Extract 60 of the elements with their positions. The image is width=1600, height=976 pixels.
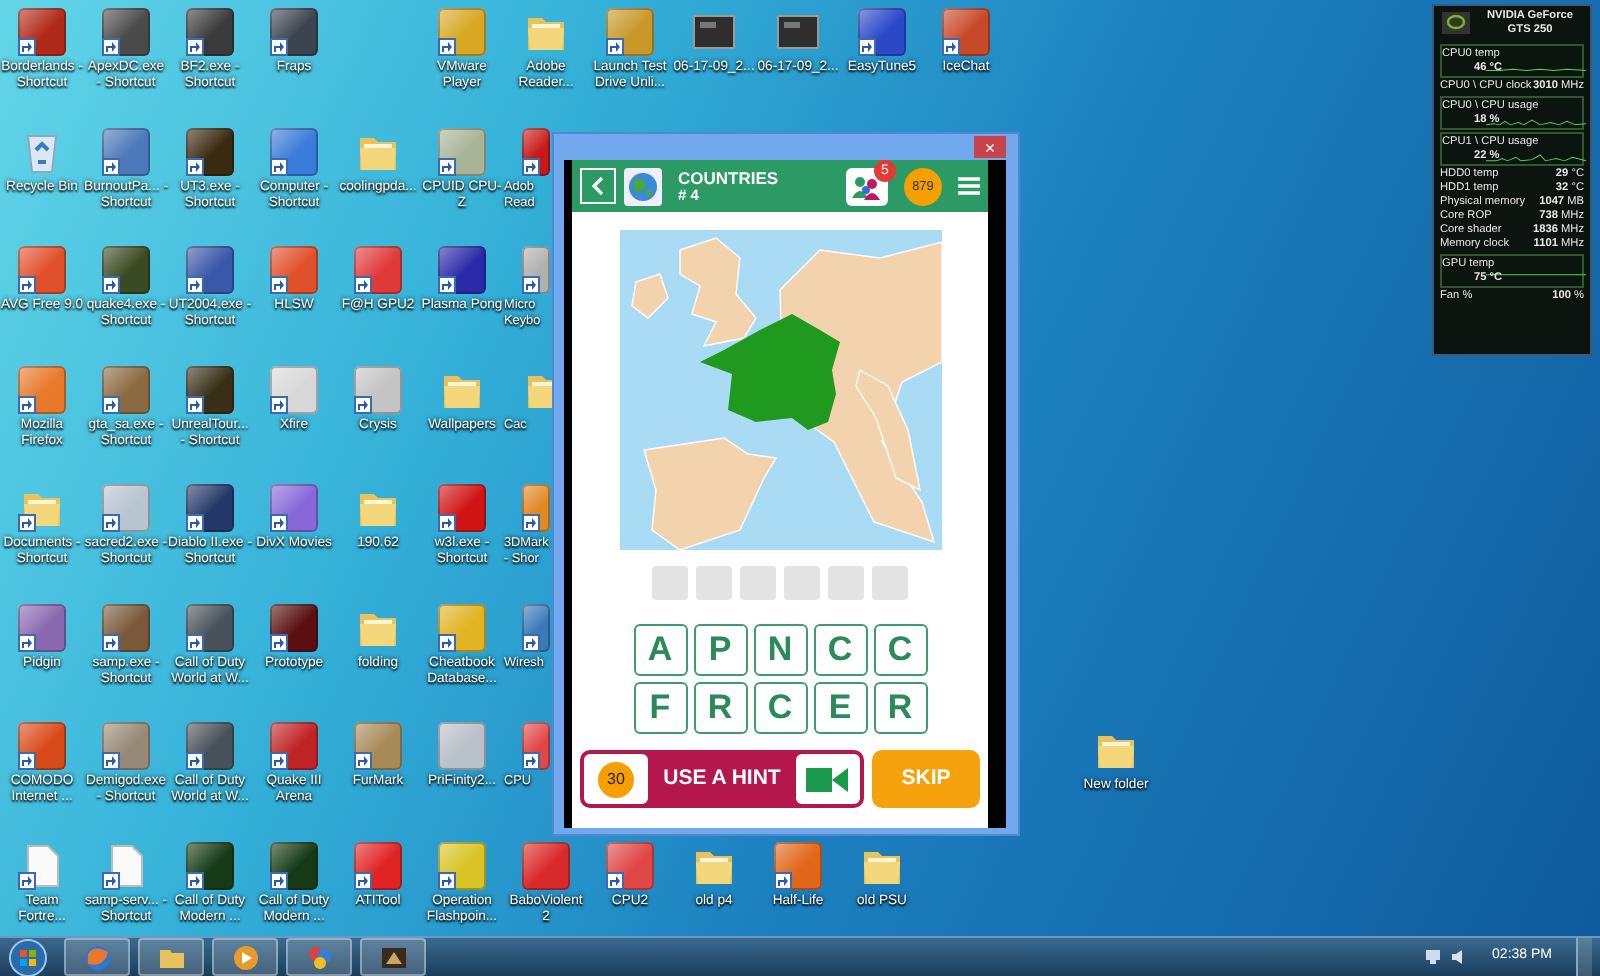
- media-player-icon[interactable]: [231, 943, 259, 971]
- app-icon[interactable]: [186, 722, 234, 770]
- app-icon[interactable]: [522, 722, 550, 770]
- letter-tile[interactable]: R: [693, 682, 747, 734]
- app-icon[interactable]: [186, 841, 234, 889]
- app-icon[interactable]: [102, 603, 150, 651]
- app-icon[interactable]: [270, 603, 318, 651]
- app-icon[interactable]: [18, 603, 66, 651]
- app-icon[interactable]: [18, 246, 66, 294]
- app-icon[interactable]: [942, 8, 990, 56]
- skip-button[interactable]: SKIP: [872, 750, 980, 808]
- app-icon[interactable]: [522, 246, 550, 294]
- show-desktop-button[interactable]: [1576, 938, 1592, 976]
- start-button[interactable]: [8, 937, 48, 976]
- letter-tile[interactable]: C: [873, 624, 927, 676]
- app-icon[interactable]: [270, 127, 318, 175]
- app-icon[interactable]: [438, 484, 486, 532]
- app-icon[interactable]: [270, 8, 318, 56]
- app-icon[interactable]: [186, 246, 234, 294]
- hint-button[interactable]: 30 USE A HINT: [580, 750, 864, 808]
- app-icon[interactable]: [102, 127, 150, 175]
- app-icon[interactable]: [438, 246, 486, 294]
- app-icon[interactable]: [186, 8, 234, 56]
- video-camera-icon: [805, 765, 850, 793]
- globe-icon: [624, 167, 662, 205]
- chip-logo-icon: [1442, 12, 1470, 34]
- app-icon[interactable]: [606, 841, 654, 889]
- app-icon[interactable]: [270, 841, 318, 889]
- hint-cost: 30: [598, 761, 634, 797]
- app-icon[interactable]: [186, 484, 234, 532]
- app-icon[interactable]: [354, 246, 402, 294]
- app-icon[interactable]: [522, 127, 550, 175]
- app-icon[interactable]: [18, 722, 66, 770]
- app-icon[interactable]: [270, 246, 318, 294]
- app-icon[interactable]: [522, 603, 550, 651]
- letter-tile[interactable]: A: [633, 624, 687, 676]
- letter-tile[interactable]: C: [753, 682, 807, 734]
- letter-tile[interactable]: E: [813, 682, 867, 734]
- app-icon[interactable]: [522, 484, 550, 532]
- letter-tile[interactable]: N: [753, 624, 807, 676]
- app-icon[interactable]: [270, 722, 318, 770]
- letter-tile[interactable]: P: [693, 624, 747, 676]
- letter-tile[interactable]: F: [633, 682, 687, 734]
- app-icon[interactable]: [858, 8, 906, 56]
- app-icon[interactable]: [270, 484, 318, 532]
- app-icon[interactable]: [186, 127, 234, 175]
- app-icon[interactable]: [186, 603, 234, 651]
- app-icon[interactable]: [102, 8, 150, 56]
- back-button[interactable]: [580, 168, 616, 204]
- app-icon[interactable]: [186, 365, 234, 413]
- letter-tile[interactable]: R: [873, 682, 927, 734]
- category-title: COUNTRIES: [678, 169, 779, 187]
- app-icon[interactable]: [102, 365, 150, 413]
- network-icon[interactable]: [1424, 948, 1443, 966]
- menu-icon[interactable]: [958, 176, 980, 196]
- letter-tile[interactable]: C: [813, 624, 867, 676]
- app-icon[interactable]: [102, 246, 150, 294]
- close-button[interactable]: ×: [974, 136, 1006, 158]
- app-icon[interactable]: [18, 8, 66, 56]
- app-icon[interactable]: [354, 841, 402, 889]
